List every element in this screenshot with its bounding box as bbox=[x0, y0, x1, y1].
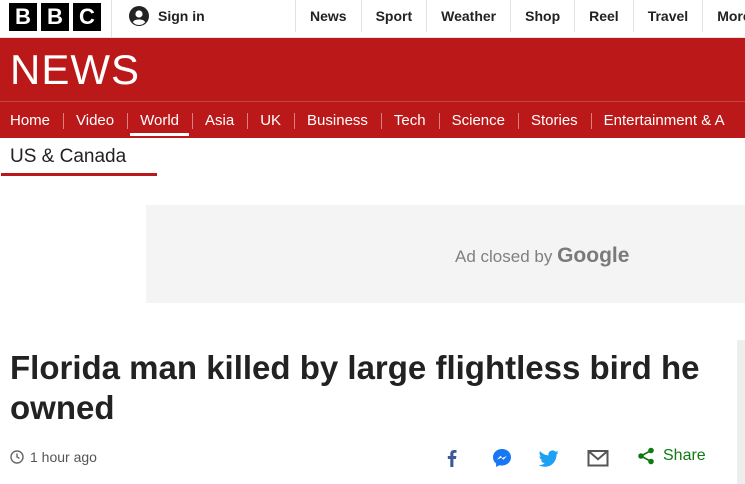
top-nav-travel[interactable]: Travel bbox=[632, 0, 702, 32]
twitter-icon[interactable] bbox=[537, 446, 561, 470]
section-nav-science[interactable]: Science bbox=[438, 102, 518, 138]
top-nav-sport[interactable]: Sport bbox=[360, 0, 427, 32]
share-button[interactable]: Share bbox=[636, 446, 706, 466]
ad-provider: Google bbox=[557, 244, 630, 267]
section-nav-tech[interactable]: Tech bbox=[380, 102, 439, 138]
news-logo[interactable]: NEWS bbox=[10, 49, 140, 91]
clock-icon bbox=[10, 450, 24, 464]
top-nav: News Sport Weather Shop Reel Travel More bbox=[295, 0, 745, 32]
facebook-icon[interactable] bbox=[440, 446, 464, 470]
article-headline: Florida man killed by large flightless b… bbox=[10, 349, 700, 426]
ad-slot: Ad closed by Google bbox=[146, 205, 745, 303]
section-nav-world[interactable]: World bbox=[127, 102, 192, 138]
top-nav-more[interactable]: More bbox=[702, 0, 745, 32]
section-nav-uk[interactable]: UK bbox=[247, 102, 294, 138]
email-icon[interactable] bbox=[586, 446, 610, 470]
top-nav-shop[interactable]: Shop bbox=[510, 0, 574, 32]
section-nav-video[interactable]: Video bbox=[63, 102, 127, 138]
section-nav-asia[interactable]: Asia bbox=[192, 102, 247, 138]
ad-closed-label: Ad closed by bbox=[455, 247, 553, 266]
header-divider bbox=[111, 0, 112, 38]
section-nav-business[interactable]: Business bbox=[294, 102, 381, 138]
section-nav-home[interactable]: Home bbox=[0, 102, 63, 138]
subsection-link[interactable]: US & Canada bbox=[10, 146, 126, 168]
article-timestamp: 1 hour ago bbox=[30, 449, 97, 465]
sign-in-label: Sign in bbox=[158, 8, 205, 24]
bbc-logo-letter: B bbox=[41, 3, 69, 31]
global-header: B B C Sign in News Sport Weather Shop Re… bbox=[0, 0, 745, 38]
top-nav-weather[interactable]: Weather bbox=[426, 0, 510, 32]
article-meta: 1 hour ago bbox=[10, 449, 97, 465]
user-icon bbox=[129, 6, 149, 26]
share-icon bbox=[638, 447, 654, 465]
bbc-logo-letter: B bbox=[9, 3, 37, 31]
section-nav-stories[interactable]: Stories bbox=[517, 102, 591, 138]
ad-closed-notice: Ad closed by Google bbox=[455, 244, 629, 268]
messenger-icon[interactable] bbox=[490, 446, 514, 470]
sign-in-link[interactable]: Sign in bbox=[129, 0, 205, 32]
section-nav: Home Video World Asia UK Business Tech S… bbox=[0, 101, 745, 138]
bbc-logo[interactable]: B B C bbox=[9, 3, 101, 31]
bbc-logo-letter: C bbox=[73, 3, 101, 31]
sidebar-edge bbox=[737, 340, 745, 484]
subsection-underline bbox=[1, 173, 157, 176]
share-label: Share bbox=[663, 447, 706, 464]
section-nav-entertainment[interactable]: Entertainment & A bbox=[590, 102, 738, 138]
top-nav-reel[interactable]: Reel bbox=[574, 0, 633, 32]
top-nav-news[interactable]: News bbox=[295, 0, 361, 32]
